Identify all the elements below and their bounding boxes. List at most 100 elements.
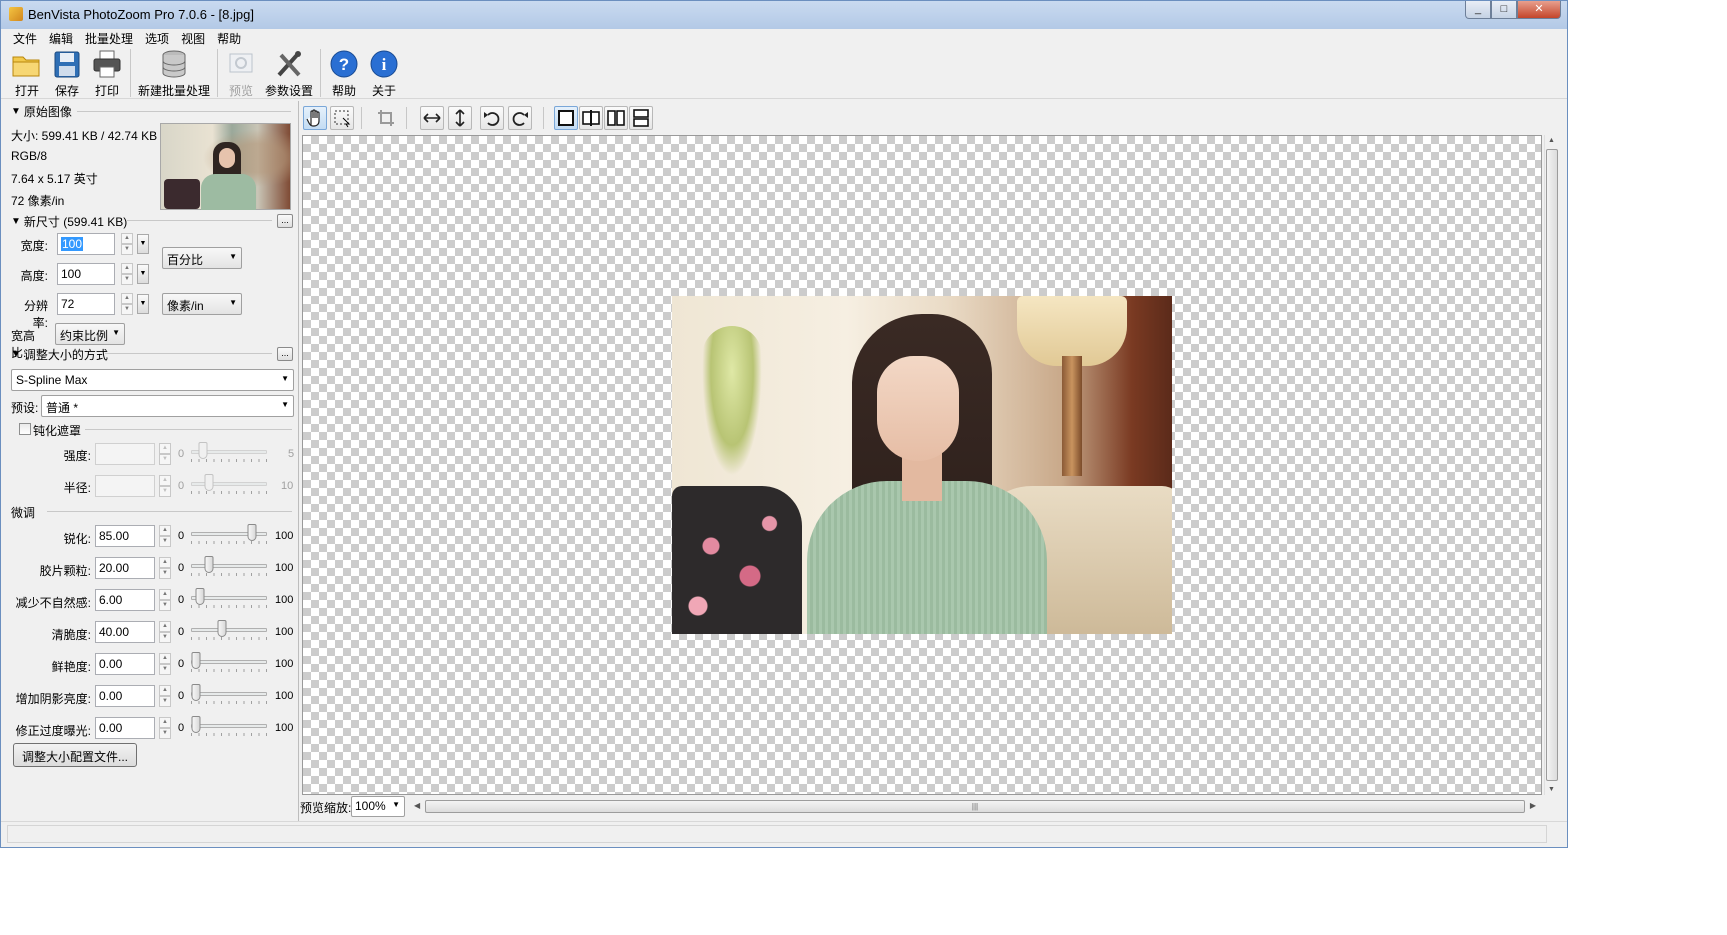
preview-image [672, 296, 1172, 634]
fine-tune-spinner[interactable]: ▲ ▼ [159, 621, 171, 643]
menu-view[interactable]: 视图 [175, 29, 211, 47]
fine-tune-input[interactable]: 20.00 [95, 557, 155, 579]
scroll-up-arrow[interactable]: ▲ [1548, 137, 1555, 144]
slider-thumb[interactable] [247, 524, 257, 541]
preset-label: 预设: [11, 401, 39, 415]
flip-horizontal-button[interactable] [420, 106, 444, 130]
resolution-unit-select[interactable]: 像素/in ▼ [162, 293, 242, 315]
rotate-left-button[interactable] [480, 106, 504, 130]
menu-options[interactable]: 选项 [139, 29, 175, 47]
strength-min: 0 [178, 448, 185, 460]
radius-spinner[interactable]: ▲ ▼ [159, 475, 171, 497]
single-view-button[interactable] [554, 106, 578, 130]
menu-file[interactable]: 文件 [7, 29, 43, 47]
slider-thumb[interactable] [204, 556, 214, 573]
stacked-view-button[interactable] [629, 106, 653, 130]
open-button[interactable]: 打开 [7, 47, 47, 99]
fine-tune-slider[interactable] [191, 523, 267, 547]
fine-tune-slider[interactable] [191, 683, 267, 707]
fine-tune-spinner[interactable]: ▲ ▼ [159, 557, 171, 579]
width-input[interactable]: 100 [57, 233, 115, 255]
fine-tune-slider[interactable] [191, 555, 267, 579]
slider-thumb[interactable] [198, 442, 208, 459]
preset-select[interactable]: 普通 * ▼ [41, 395, 294, 417]
menu-edit[interactable]: 编辑 [43, 29, 79, 47]
menu-help[interactable]: 帮助 [211, 29, 247, 47]
zoom-select[interactable]: 100% ▼ [351, 796, 405, 817]
slider-thumb[interactable] [217, 620, 227, 637]
resize-method-select[interactable]: S-Spline Max ▼ [11, 369, 294, 391]
about-button[interactable]: i 关于 [364, 47, 404, 99]
resolution-unit-dropdown[interactable]: ▼ [137, 294, 149, 314]
rotate-right-button[interactable] [508, 106, 532, 130]
scroll-down-arrow[interactable]: ▼ [1548, 786, 1555, 793]
split-view-button[interactable] [579, 106, 603, 130]
crop-button[interactable] [374, 106, 398, 130]
height-input[interactable]: 100 [57, 263, 115, 285]
horizontal-scrollbar[interactable]: ◀ ||| ▶ [411, 799, 1539, 815]
height-unit-dropdown[interactable]: ▼ [137, 264, 149, 284]
vertical-scroll-thumb[interactable] [1546, 149, 1558, 781]
settings-button[interactable]: 参数设置 [261, 47, 317, 99]
new-batch-button[interactable]: 新建批量处理 [134, 47, 214, 99]
fine-tune-spinner[interactable]: ▲ ▼ [159, 525, 171, 547]
strength-input[interactable] [95, 443, 155, 465]
menu-batch[interactable]: 批量处理 [79, 29, 139, 47]
aspect-select[interactable]: 约束比例 ▼ [55, 323, 125, 345]
hand-tool-button[interactable] [303, 106, 327, 130]
slider-thumb[interactable] [191, 652, 201, 669]
fine-tune-input[interactable]: 0.00 [95, 685, 155, 707]
minimize-button[interactable]: _ [1465, 1, 1491, 19]
slider-thumb[interactable] [191, 684, 201, 701]
resize-method-section[interactable]: ▼ 调整大小的方式 [11, 346, 108, 363]
vertical-scrollbar[interactable]: ▲ ▼ [1544, 135, 1559, 795]
fine-tune-input[interactable]: 6.00 [95, 589, 155, 611]
fine-tune-input[interactable]: 40.00 [95, 621, 155, 643]
size-unit-select[interactable]: 百分比 ▼ [162, 247, 242, 269]
scroll-right-arrow[interactable]: ▶ [1530, 801, 1536, 810]
width-spinner[interactable]: ▲ ▼ [121, 233, 133, 255]
fine-tune-max: 100 [275, 690, 294, 702]
new-size-options-button[interactable]: ... [277, 214, 293, 228]
strength-spinner[interactable]: ▲ ▼ [159, 443, 171, 465]
fine-tune-input[interactable]: 85.00 [95, 525, 155, 547]
preview-canvas[interactable] [302, 135, 1542, 795]
fine-tune-slider[interactable] [191, 715, 267, 739]
slider-thumb[interactable] [195, 588, 205, 605]
help-button[interactable]: ? 帮助 [324, 47, 364, 99]
fine-tune-spinner[interactable]: ▲ ▼ [159, 685, 171, 707]
preview-button[interactable]: 预览 [221, 47, 261, 99]
view-toolbar-separator [361, 107, 362, 129]
save-button[interactable]: 保存 [47, 47, 87, 99]
slider-thumb[interactable] [204, 474, 214, 491]
new-size-section[interactable]: ▼ 新尺寸 (599.41 KB) [11, 213, 127, 230]
height-spinner[interactable]: ▲ ▼ [121, 263, 133, 285]
fine-tune-input[interactable]: 0.00 [95, 717, 155, 739]
close-button[interactable]: ✕ [1517, 1, 1561, 19]
fine-tune-slider[interactable] [191, 619, 267, 643]
horizontal-scroll-thumb[interactable]: ||| [425, 800, 1525, 813]
original-image-section[interactable]: ▼ 原始图像 [11, 103, 72, 120]
unsharp-mask-checkbox[interactable] [19, 423, 31, 435]
fine-tune-spinner[interactable]: ▲ ▼ [159, 717, 171, 739]
flip-vertical-button[interactable] [448, 106, 472, 130]
scroll-left-arrow[interactable]: ◀ [414, 801, 420, 810]
strength-slider[interactable] [191, 441, 267, 465]
fine-tune-spinner[interactable]: ▲ ▼ [159, 589, 171, 611]
resize-method-options-button[interactable]: ... [277, 347, 293, 361]
fine-tune-input[interactable]: 0.00 [95, 653, 155, 675]
radius-input[interactable] [95, 475, 155, 497]
resolution-input[interactable]: 72 [57, 293, 115, 315]
radius-slider[interactable] [191, 473, 267, 497]
fine-tune-spinner[interactable]: ▲ ▼ [159, 653, 171, 675]
width-unit-dropdown[interactable]: ▼ [137, 234, 149, 254]
slider-thumb[interactable] [191, 716, 201, 733]
side-by-side-view-button[interactable] [604, 106, 628, 130]
select-tool-button[interactable] [330, 106, 354, 130]
fine-tune-slider[interactable] [191, 587, 267, 611]
print-button[interactable]: 打印 [87, 47, 127, 99]
maximize-button[interactable]: □ [1491, 1, 1517, 19]
resize-profiles-button[interactable]: 调整大小配置文件... [13, 743, 138, 767]
fine-tune-slider[interactable] [191, 651, 267, 675]
resolution-spinner[interactable]: ▲ ▼ [121, 293, 133, 315]
